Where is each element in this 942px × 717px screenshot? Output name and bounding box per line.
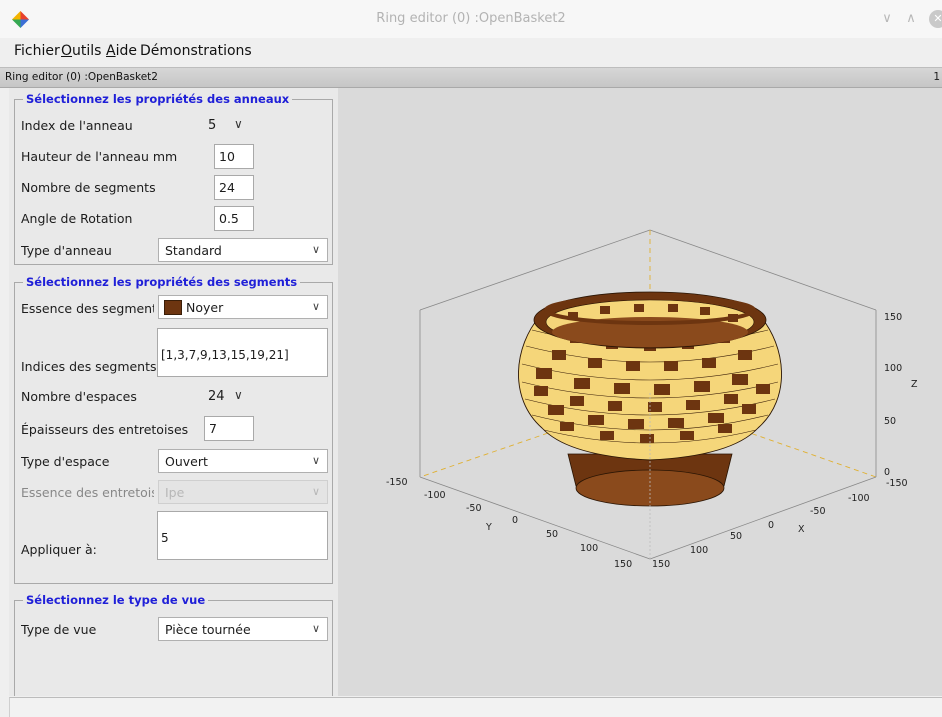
menubar: Fichier Outils Aide Démonstrations <box>0 38 942 67</box>
z-axis-title: Z <box>911 379 918 390</box>
ring-height-input[interactable]: 10 <box>214 144 254 169</box>
chevron-down-icon: ∨ <box>311 300 320 313</box>
chevron-down-icon[interactable]: ∨ <box>234 117 243 131</box>
ring-height-label: Hauteur de l'anneau mm <box>21 149 178 164</box>
y-axis-title: Y <box>485 522 492 533</box>
3d-plot-canvas[interactable]: 150 100 50 0 Z -150 -100 -50 0 50 100 15… <box>338 88 942 696</box>
inner-frame-titlebar: Ring editor (0) :OpenBasket2 1 <box>0 67 942 88</box>
chevron-down-icon: ∨ <box>311 454 320 467</box>
view-type-group: Sélectionnez le type de vue <box>14 593 333 696</box>
view-type-value: Pièce tournée <box>165 622 251 637</box>
gap-type-value: Ouvert <box>165 454 208 469</box>
chevron-down-icon[interactable]: ∨ <box>234 388 243 402</box>
spacer-thickness-label: Épaisseurs des entretoises <box>21 422 189 437</box>
menu-aide-rest: ide <box>115 43 137 59</box>
inner-frame-title: Ring editor (0) :OpenBasket2 <box>5 71 158 83</box>
x-axis-title: X <box>798 524 805 535</box>
y-tick--100: -100 <box>424 490 446 501</box>
window-title: Ring editor (0) :OpenBasket2 <box>376 11 566 26</box>
x-tick-100: 100 <box>690 545 708 556</box>
segment-wood-label: Essence des segments <box>21 301 154 316</box>
menu-outils[interactable]: Outils <box>61 43 101 59</box>
view-type-select[interactable]: Pièce tournée ∨ <box>158 617 328 641</box>
z-tick-0: 0 <box>884 467 890 478</box>
apply-to-value: 5 <box>161 531 169 545</box>
menu-outils-rest: utils <box>72 43 102 59</box>
rotation-angle-label: Angle de Rotation <box>21 211 133 226</box>
z-tick-100: 100 <box>884 363 902 374</box>
y-tick-0: 0 <box>512 515 518 526</box>
x-tick-0: 0 <box>768 520 774 531</box>
segment-indices-value: [1,3,7,9,13,15,19,21] <box>161 348 289 362</box>
foot-rim <box>575 469 725 507</box>
y-tick--150: -150 <box>386 477 408 488</box>
menu-outils-mnemonic: O <box>61 43 73 59</box>
apply-to-label: Appliquer à: <box>21 542 97 557</box>
gap-type-select[interactable]: Ouvert ∨ <box>158 449 328 473</box>
menu-demonstrations[interactable]: Démonstrations <box>140 43 252 59</box>
y-tick-50: 50 <box>546 529 558 540</box>
chevron-down-icon: ∨ <box>311 622 320 635</box>
minimize-button[interactable]: ∨ <box>878 10 896 28</box>
segment-count-input[interactable]: 24 <box>214 175 254 200</box>
ring-index-value: 5 <box>208 118 217 133</box>
ring-type-label: Type d'anneau <box>21 243 112 258</box>
maximize-button[interactable]: ∧ <box>902 10 920 28</box>
close-button[interactable]: ✕ <box>929 10 942 28</box>
gap-count-spinner[interactable]: 24 ∨ <box>202 385 254 409</box>
view-group-title: Sélectionnez le type de vue <box>23 593 209 607</box>
ring-index-label: Index de l'anneau <box>21 118 133 133</box>
segment-group-title: Sélectionnez les propriétés des segments <box>23 275 301 289</box>
properties-panel: Sélectionnez les propriétés des anneaux … <box>9 88 338 696</box>
segment-wood-value: Noyer <box>186 300 224 315</box>
segment-indices-input[interactable]: [1,3,7,9,13,15,19,21] <box>157 328 328 377</box>
y-tick--50: -50 <box>466 503 482 514</box>
inner-frame-marker: 1 <box>933 71 940 83</box>
x-tick--150: -150 <box>886 478 908 489</box>
ring-group-title: Sélectionnez les propriétés des anneaux <box>23 92 293 106</box>
spacer-wood-value: Ipe <box>165 485 185 500</box>
spacer-thickness-input[interactable]: 7 <box>204 416 254 441</box>
status-bar <box>9 697 942 717</box>
z-tick-50: 50 <box>884 416 896 427</box>
x-tick-150: 150 <box>652 559 670 570</box>
z-tick-150: 150 <box>884 312 902 323</box>
y-tick-100: 100 <box>580 543 598 554</box>
3d-view-panel[interactable]: 150 100 50 0 Z -150 -100 -50 0 50 100 15… <box>338 88 942 696</box>
gap-type-label: Type d'espace <box>21 454 110 469</box>
chevron-down-icon: ∨ <box>311 243 320 256</box>
apply-to-input[interactable]: 5 <box>157 511 328 560</box>
rotation-angle-input[interactable]: 0.5 <box>214 206 254 231</box>
segment-indices-label: Indices des segments <box>21 359 157 374</box>
gap-count-label: Nombre d'espaces <box>21 389 137 404</box>
segment-wood-select[interactable]: Noyer ∨ <box>158 295 328 319</box>
menu-aide-mnemonic: A <box>106 43 116 59</box>
chevron-down-icon: ∨ <box>311 485 320 498</box>
x-tick--50: -50 <box>810 506 826 517</box>
segment-count-label: Nombre de segments <box>21 180 156 195</box>
menu-fichier[interactable]: Fichier <box>14 43 60 59</box>
menu-aide[interactable]: Aide <box>106 43 137 59</box>
wood-color-swatch <box>164 300 182 315</box>
gap-count-value: 24 <box>208 389 225 404</box>
ring-type-select[interactable]: Standard ∨ <box>158 238 328 262</box>
x-tick--100: -100 <box>848 493 870 504</box>
spacer-wood-select: Ipe ∨ <box>158 480 328 504</box>
ring-type-value: Standard <box>165 243 222 258</box>
x-tick-50: 50 <box>730 531 742 542</box>
y-tick-150: 150 <box>614 559 632 570</box>
ring-index-spinner[interactable]: 5 ∨ <box>202 114 254 138</box>
spacer-wood-label: Essence des entretoises <box>21 485 154 500</box>
window-titlebar: Ring editor (0) :OpenBasket2 ∨ ∧ ✕ <box>0 0 942 38</box>
view-type-label: Type de vue <box>21 622 97 637</box>
